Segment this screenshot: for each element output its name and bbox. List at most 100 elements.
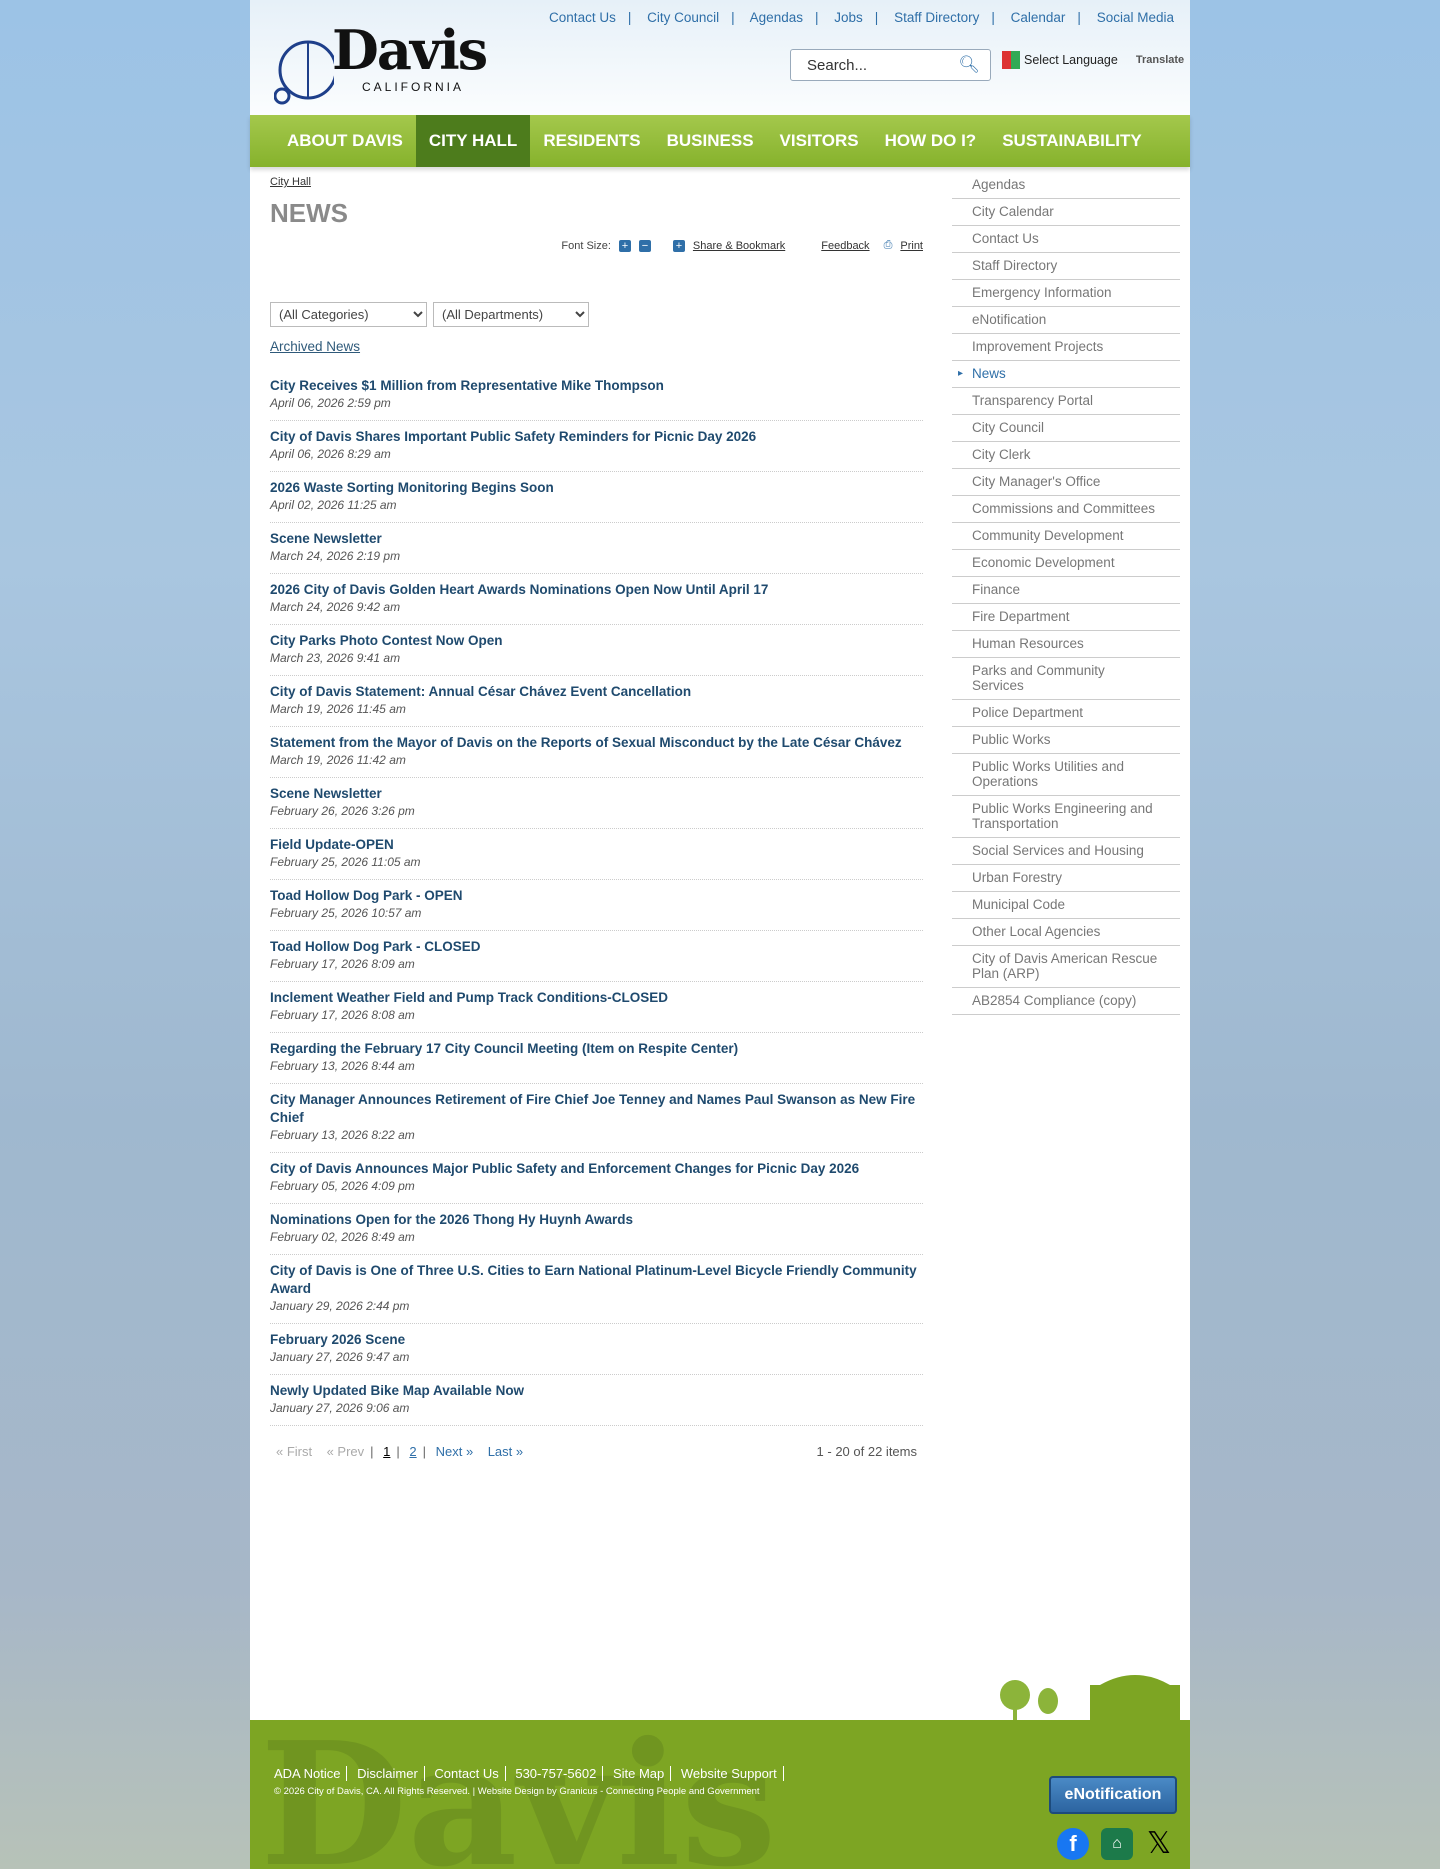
sidebar-item[interactable]: Finance — [952, 577, 1180, 604]
sidebar-item[interactable]: AB2854 Compliance (copy) — [952, 988, 1180, 1015]
davis-logo[interactable]: Davis CALIFORNIA — [274, 18, 488, 105]
sidebar-item[interactable]: Public Works — [952, 727, 1180, 754]
sidebar-item[interactable]: City Clerk — [952, 442, 1180, 469]
sidebar-item[interactable]: Public Works Engineering and Transportat… — [952, 796, 1180, 838]
nextdoor-icon[interactable]: ⌂ — [1101, 1828, 1133, 1860]
news-title[interactable]: 2026 City of Davis Golden Heart Awards N… — [270, 581, 923, 599]
font-increase-icon[interactable]: + — [618, 239, 631, 252]
feedback-link[interactable]: Feedback — [821, 240, 869, 252]
footer-link-support[interactable]: Website Support — [674, 1766, 784, 1781]
sidebar-item[interactable]: Other Local Agencies — [952, 919, 1180, 946]
nav-business[interactable]: BUSINESS — [654, 115, 767, 167]
news-title[interactable]: City of Davis Announces Major Public Saf… — [270, 1160, 923, 1178]
category-select[interactable]: (All Categories) — [270, 302, 427, 327]
top-link-staff-directory[interactable]: Staff Directory — [894, 10, 979, 25]
news-date: January 27, 2026 9:06 am — [270, 1401, 410, 1415]
nav-sustainability[interactable]: SUSTAINABILITY — [989, 115, 1154, 167]
sidebar-item[interactable]: Improvement Projects — [952, 334, 1180, 361]
news-item: City of Davis Shares Important Public Sa… — [270, 421, 923, 472]
footer-link-ada[interactable]: ADA Notice — [274, 1766, 348, 1781]
news-title[interactable]: Toad Hollow Dog Park - CLOSED — [270, 938, 923, 956]
sidebar-item[interactable]: City Calendar — [952, 199, 1180, 226]
pager-first: « First — [276, 1444, 313, 1459]
sidebar-item[interactable]: Urban Forestry — [952, 865, 1180, 892]
sidebar-item[interactable]: Social Services and Housing — [952, 838, 1180, 865]
footer-phone[interactable]: 530-757-5602 — [509, 1766, 604, 1781]
news-title[interactable]: Regarding the February 17 City Council M… — [270, 1040, 923, 1058]
sidebar-item[interactable]: Public Works Utilities and Operations — [952, 754, 1180, 796]
pager-next[interactable]: Next » — [436, 1444, 474, 1459]
search-input[interactable]: Search... 🔍︎ — [790, 49, 991, 81]
facebook-icon[interactable]: f — [1057, 1828, 1089, 1860]
news-item: Newly Updated Bike Map Available Now Janu… — [270, 1375, 923, 1426]
news-title[interactable]: Inclement Weather Field and Pump Track C… — [270, 989, 923, 1007]
news-title[interactable]: City Manager Announces Retirement of Fir… — [270, 1091, 923, 1127]
news-title[interactable]: Statement from the Mayor of Davis on the… — [270, 734, 923, 752]
news-item: Nominations Open for the 2026 Thong Hy H… — [270, 1204, 923, 1255]
news-title[interactable]: City of Davis Statement: Annual César Ch… — [270, 683, 923, 701]
top-link-social-media[interactable]: Social Media — [1097, 10, 1174, 25]
sidebar-item[interactable]: Commissions and Committees — [952, 496, 1180, 523]
sidebar-item[interactable]: Contact Us — [952, 226, 1180, 253]
sidebar-item[interactable]: Community Development — [952, 523, 1180, 550]
footer-link-contact[interactable]: Contact Us — [428, 1766, 506, 1781]
sidebar-item[interactable]: Transparency Portal — [952, 388, 1180, 415]
pager-last[interactable]: Last » — [488, 1444, 523, 1459]
nav-visitors[interactable]: VISITORS — [767, 115, 872, 167]
news-date: February 25, 2026 10:57 am — [270, 906, 422, 920]
breadcrumb[interactable]: City Hall — [270, 176, 311, 188]
print-link[interactable]: Print — [900, 240, 923, 252]
top-link-jobs[interactable]: Jobs — [834, 10, 863, 25]
news-date: March 24, 2026 9:42 am — [270, 600, 401, 614]
language-selector[interactable]: Select Language Translate — [1002, 51, 1184, 69]
sidebar-item[interactable]: City of Davis American Rescue Plan (ARP) — [952, 946, 1180, 988]
nav-about-davis[interactable]: ABOUT DAVIS — [274, 115, 416, 167]
top-link-calendar[interactable]: Calendar — [1011, 10, 1066, 25]
sidebar-item[interactable]: Staff Directory — [952, 253, 1180, 280]
top-link-contact-us[interactable]: Contact Us — [549, 10, 616, 25]
news-title[interactable]: Toad Hollow Dog Park - OPEN — [270, 887, 923, 905]
news-title[interactable]: City of Davis is One of Three U.S. Citie… — [270, 1262, 923, 1298]
sidebar-item[interactable]: Fire Department — [952, 604, 1180, 631]
news-date: February 05, 2026 4:09 pm — [270, 1179, 415, 1193]
sidebar-item[interactable]: Agendas — [952, 172, 1180, 199]
news-title[interactable]: Field Update-OPEN — [270, 836, 923, 854]
nav-city-hall[interactable]: CITY HALL — [415, 115, 531, 167]
sidebar-item[interactable]: eNotification — [952, 307, 1180, 334]
x-icon[interactable]: 𝕏 — [1143, 1828, 1175, 1860]
sidebar-item[interactable]: Parks and Community Services — [952, 658, 1180, 700]
news-item: Toad Hollow Dog Park - CLOSED February 17… — [270, 931, 923, 982]
share-bookmark-link[interactable]: Share & Bookmark — [693, 240, 785, 252]
pagination: « First « Prev | 1 | 2 | Next » Last » 1 - … — [276, 1444, 917, 1459]
news-title[interactable]: Newly Updated Bike Map Available Now — [270, 1382, 923, 1400]
nav-how-do-i[interactable]: HOW DO I? — [872, 115, 990, 167]
news-title[interactable]: Nominations Open for the 2026 Thong Hy H… — [270, 1211, 923, 1229]
archived-news-link[interactable]: Archived News — [270, 339, 923, 354]
footer-link-disclaimer[interactable]: Disclaimer — [351, 1766, 425, 1781]
news-title[interactable]: Scene Newsletter — [270, 785, 923, 803]
news-title[interactable]: City Parks Photo Contest Now Open — [270, 632, 923, 650]
sidebar-item[interactable]: City Manager's Office — [952, 469, 1180, 496]
news-item: Regarding the February 17 City Council M… — [270, 1033, 923, 1084]
sidebar-item[interactable]: Human Resources — [952, 631, 1180, 658]
sidebar-item[interactable]: Police Department — [952, 700, 1180, 727]
sidebar-item[interactable]: Emergency Information — [952, 280, 1180, 307]
top-link-agendas[interactable]: Agendas — [750, 10, 803, 25]
nav-residents[interactable]: RESIDENTS — [530, 115, 653, 167]
sidebar-item[interactable]: Municipal Code — [952, 892, 1180, 919]
news-title[interactable]: City of Davis Shares Important Public Sa… — [270, 428, 923, 446]
pager-page-2[interactable]: 2 — [409, 1444, 416, 1459]
sidebar-item[interactable]: City Council — [952, 415, 1180, 442]
sidebar-item[interactable]: News — [952, 361, 1180, 388]
news-title[interactable]: Scene Newsletter — [270, 530, 923, 548]
top-link-city-council[interactable]: City Council — [647, 10, 719, 25]
news-title[interactable]: 2026 Waste Sorting Monitoring Begins Soo… — [270, 479, 923, 497]
department-select[interactable]: (All Departments) — [433, 302, 589, 327]
sidebar-item[interactable]: Economic Development — [952, 550, 1180, 577]
footer-link-sitemap[interactable]: Site Map — [606, 1766, 672, 1781]
font-decrease-icon[interactable]: − — [638, 239, 651, 252]
search-icon[interactable]: 🔍︎ — [958, 55, 980, 75]
news-title[interactable]: February 2026 Scene — [270, 1331, 923, 1349]
enotification-button[interactable]: eNotification — [1049, 1776, 1177, 1814]
news-title[interactable]: City Receives $1 Million from Representa… — [270, 377, 923, 395]
